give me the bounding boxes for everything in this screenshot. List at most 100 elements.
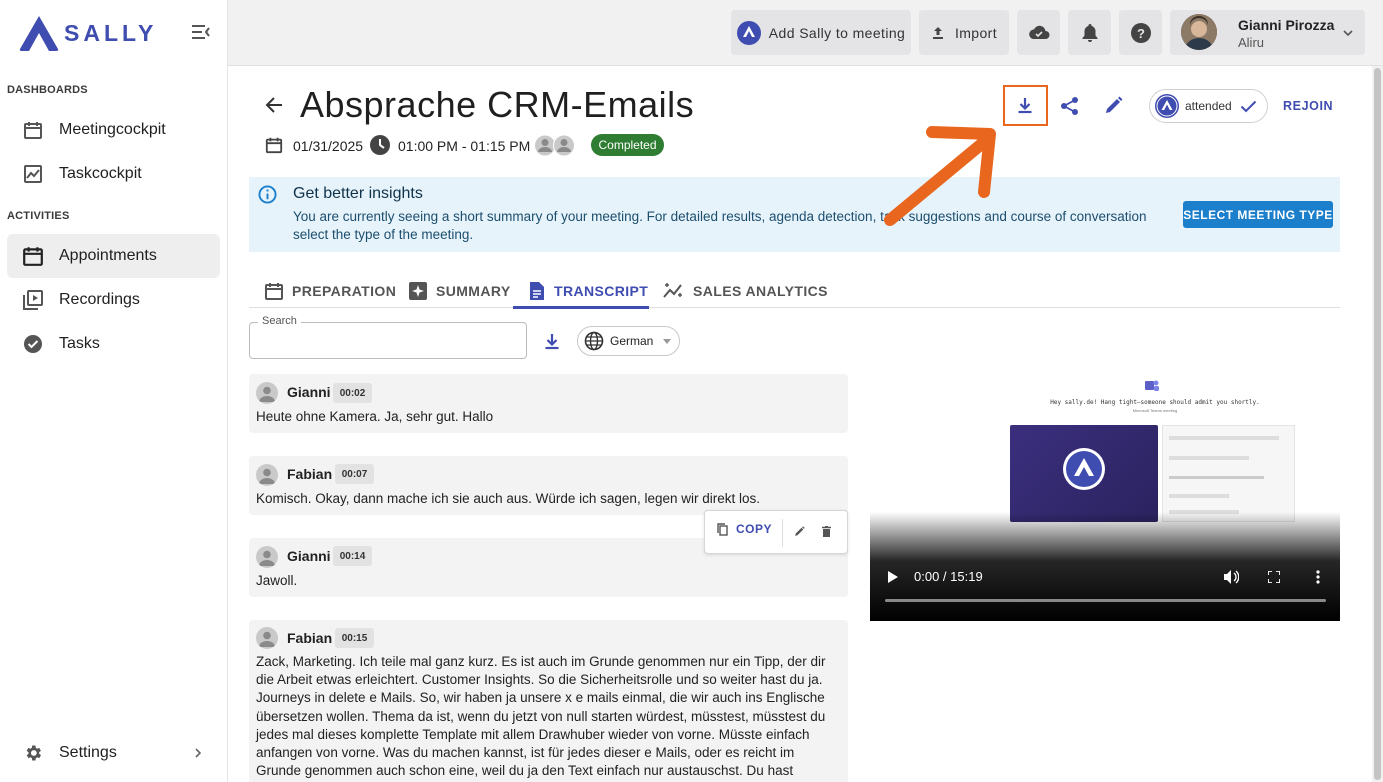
avatar	[1181, 14, 1217, 50]
video-time: 0:00 / 15:19	[914, 569, 983, 584]
import-button[interactable]: Import	[919, 10, 1009, 55]
speaker-name: Gianni	[287, 384, 331, 400]
transcript-text: Komisch. Okay, dann mache ich sie auch a…	[256, 491, 760, 506]
active-tab-indicator	[513, 306, 649, 309]
sidebar-item-recordings[interactable]: Recordings	[7, 278, 220, 322]
tab-sales-analytics[interactable]: SALES ANALYTICS	[663, 274, 828, 308]
caret-down-icon	[663, 338, 672, 344]
play-icon[interactable]	[888, 571, 898, 583]
settings-row	[1169, 494, 1229, 498]
banner-heading: Get better insights	[293, 185, 423, 202]
device-settings-panel	[1162, 425, 1295, 522]
speaker-name: Fabian	[287, 466, 333, 482]
sally-logo-icon	[1063, 448, 1105, 490]
volume-icon[interactable]	[1224, 570, 1239, 584]
language-select[interactable]: German	[577, 326, 680, 356]
video-progress-bar[interactable]	[885, 599, 1326, 602]
edit-icon[interactable]	[1104, 96, 1123, 115]
user-name: Gianni Pirozza	[1238, 17, 1335, 33]
delete-icon[interactable]	[822, 526, 831, 537]
section-title-activities: ACTIVITIES	[7, 210, 70, 222]
transcript-entry[interactable]: Fabian 00:15 Zack, Marketing. Ich teile …	[249, 620, 848, 782]
svg-text:?: ?	[1137, 26, 1145, 41]
sidebar-item-tasks[interactable]: Tasks	[7, 322, 220, 366]
search-field[interactable]: Search	[249, 315, 527, 359]
tab-preparation[interactable]: PREPARATION	[264, 274, 396, 308]
transcript-text: Jawoll.	[256, 573, 298, 588]
search-input[interactable]	[250, 323, 526, 358]
calendar-icon	[265, 137, 283, 154]
sally-logo-icon	[1155, 94, 1179, 118]
chevron-down-icon	[1343, 30, 1353, 37]
add-sally-label: Add Sally to meeting	[768, 24, 906, 41]
tab-label: PREPARATION	[292, 283, 397, 299]
help-icon: ?	[1130, 22, 1151, 43]
meeting-date: 01/31/2025	[293, 138, 364, 154]
menu-collapse-icon[interactable]	[190, 22, 212, 42]
chevron-right-icon	[195, 748, 202, 758]
settings-row	[1169, 456, 1249, 460]
notifications-button[interactable]	[1068, 10, 1111, 55]
settings-row	[1169, 476, 1264, 479]
check-circle-icon	[7, 334, 59, 354]
download-transcript-icon[interactable]	[544, 333, 560, 350]
transcript-entry[interactable]: Fabian 00:07 Komisch. Okay, dann mache i…	[249, 456, 848, 515]
download-icon[interactable]	[1017, 97, 1033, 114]
sidebar-item-meetingcockpit[interactable]: Meetingcockpit	[7, 108, 220, 152]
controls-gradient	[870, 512, 1340, 621]
calendar-icon	[7, 120, 59, 140]
timestamp[interactable]: 00:07	[335, 464, 374, 484]
copy-icon	[717, 522, 728, 536]
cloud-check-icon	[1028, 25, 1049, 39]
meeting-time: 01:00 PM - 01:15 PM	[398, 138, 531, 154]
copy-label: COPY	[736, 522, 773, 536]
video-player[interactable]: Hey sally.de! Hang tight—someone should …	[870, 322, 1340, 621]
waiting-message: Hey sally.de! Hang tight—someone should …	[1050, 399, 1260, 406]
search-label: Search	[258, 315, 301, 327]
sidebar-item-label: Recordings	[59, 291, 140, 308]
share-icon[interactable]	[1060, 96, 1079, 116]
transcript-entry[interactable]: Gianni 00:02 Heute ohne Kamera. Ja, sehr…	[249, 374, 848, 433]
page-scrollbar[interactable]	[1372, 66, 1383, 782]
more-options-icon[interactable]	[1316, 570, 1320, 584]
timestamp[interactable]: 00:15	[335, 628, 374, 648]
tab-summary[interactable]: SUMMARY	[408, 274, 511, 308]
speaker-name: Fabian	[287, 630, 333, 646]
fullscreen-icon[interactable]	[1268, 571, 1280, 583]
timestamp[interactable]: 00:14	[333, 546, 372, 566]
avatar	[256, 627, 278, 649]
participants-icon[interactable]	[534, 134, 576, 157]
back-arrow-icon[interactable]	[265, 96, 283, 114]
camera-preview	[1010, 425, 1158, 522]
timestamp[interactable]: 00:02	[333, 383, 372, 403]
sidebar-item-appointments[interactable]: Appointments	[7, 234, 220, 278]
calendar-icon	[7, 245, 59, 267]
attended-chip[interactable]: attended	[1149, 89, 1268, 123]
tab-label: SALES ANALYTICS	[693, 283, 828, 299]
tab-divider	[249, 307, 1340, 308]
select-meeting-type-button[interactable]: SELECT MEETING TYPE	[1183, 201, 1333, 228]
language-value: German	[610, 334, 654, 348]
copy-button[interactable]: COPY	[717, 522, 772, 536]
divider	[782, 519, 783, 547]
upload-icon	[932, 26, 943, 39]
sidebar-item-label: Tasks	[59, 335, 100, 352]
scrollbar-thumb[interactable]	[1374, 68, 1381, 780]
add-sally-button[interactable]: Add Sally to meeting	[731, 10, 911, 55]
cloud-sync-button[interactable]	[1017, 10, 1060, 55]
rejoin-button[interactable]: REJOIN	[1283, 99, 1333, 113]
user-menu[interactable]: Gianni Pirozza Aliru	[1170, 10, 1365, 55]
help-button[interactable]: ?	[1119, 10, 1162, 55]
import-label: Import	[954, 24, 998, 41]
sidebar-item-taskcockpit[interactable]: Taskcockpit	[7, 152, 220, 196]
globe-icon	[584, 331, 604, 351]
sidebar-item-settings[interactable]: Settings	[7, 731, 220, 775]
page-title: Absprache CRM-Emails	[300, 84, 695, 125]
sally-logo-icon[interactable]	[18, 14, 60, 52]
chart-icon	[7, 164, 59, 184]
tab-transcript[interactable]: TRANSCRIPT	[528, 274, 648, 308]
edit-icon[interactable]	[794, 526, 805, 537]
clock-icon	[370, 135, 390, 155]
sidebar-item-label: Taskcockpit	[59, 165, 142, 182]
speaker-name: Gianni	[287, 548, 331, 564]
